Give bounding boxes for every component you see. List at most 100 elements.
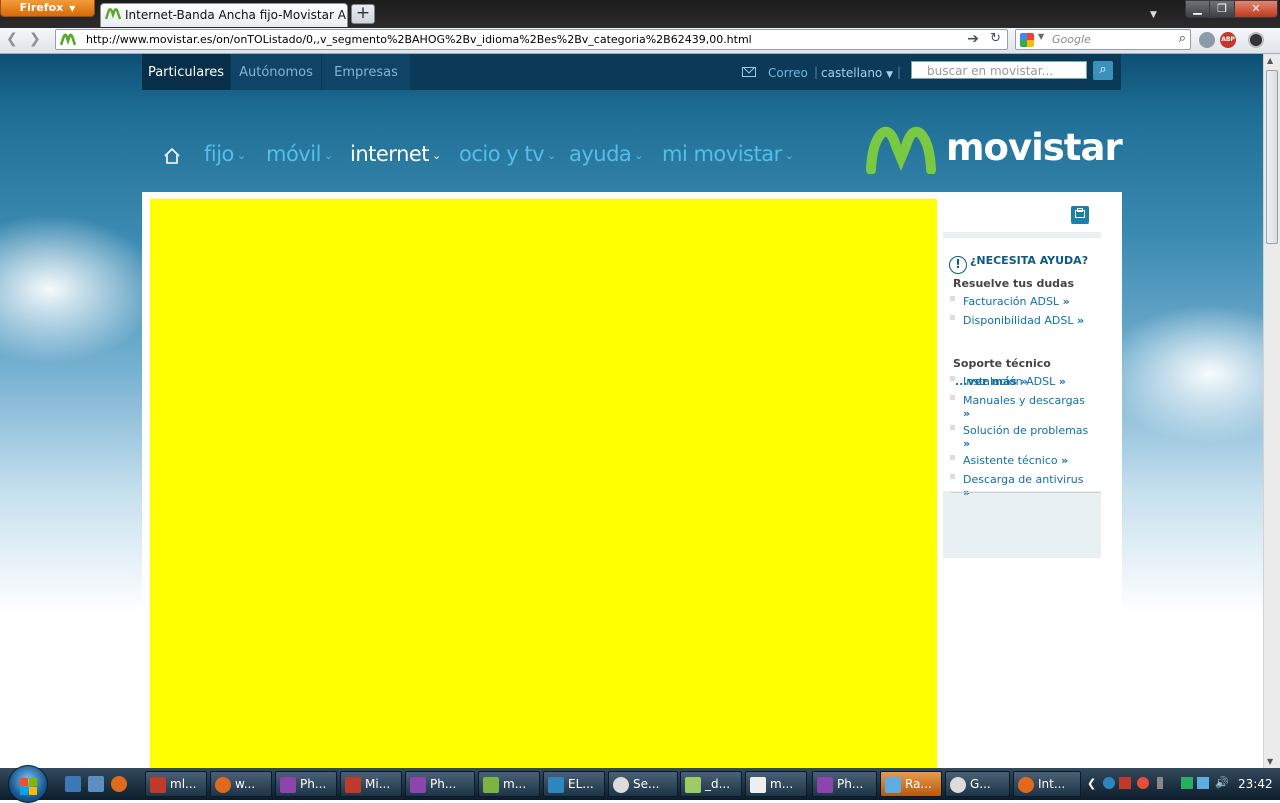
taskbar-label: _d... bbox=[705, 777, 731, 791]
maximize-button[interactable]: ❐ bbox=[1209, 0, 1235, 18]
url-bar[interactable]: http://www.movistar.es/on/onTOListado/0,… bbox=[55, 29, 1008, 50]
url-text: http://www.movistar.es/on/onTOListado/0,… bbox=[86, 33, 752, 46]
movistar-logo-icon[interactable] bbox=[866, 124, 936, 174]
taskbar-item[interactable]: w... bbox=[210, 771, 272, 797]
vertical-scrollbar[interactable]: ▲ ▼ bbox=[1263, 54, 1280, 768]
mail-icon[interactable] bbox=[742, 67, 756, 77]
tab-particulares[interactable]: Particulares bbox=[142, 54, 230, 90]
double-chevron-icon: » bbox=[963, 407, 971, 420]
browser-search-field[interactable]: ▼ Google ⌕ bbox=[1015, 29, 1191, 50]
print-icon[interactable] bbox=[1071, 206, 1089, 224]
scrollbar-thumb[interactable] bbox=[1266, 70, 1278, 244]
switch-windows-icon[interactable] bbox=[88, 776, 104, 792]
site-search-input[interactable]: buscar en movistar... bbox=[911, 61, 1087, 79]
engine-dropdown-icon[interactable]: ▼ bbox=[1038, 32, 1044, 41]
scroll-up-icon[interactable]: ▲ bbox=[1267, 56, 1273, 65]
extension-icon[interactable] bbox=[1199, 32, 1215, 48]
tab-autonomos[interactable]: Autónomos bbox=[231, 54, 321, 90]
link-solucion-problemas[interactable]: Solución de problemas» bbox=[950, 424, 1098, 450]
language-label: castellano bbox=[821, 66, 883, 80]
new-tab-button[interactable]: + bbox=[351, 4, 375, 24]
taskbar-label: m... bbox=[503, 777, 527, 791]
taskbar-item[interactable]: Ph... bbox=[812, 771, 877, 797]
taskbar-item[interactable]: Ph... bbox=[405, 771, 475, 797]
scroll-down-icon[interactable]: ▼ bbox=[1267, 757, 1273, 766]
cloud-decoration bbox=[0, 214, 160, 364]
yellow-ad-banner[interactable] bbox=[150, 199, 937, 768]
tray-app-icon[interactable] bbox=[1181, 777, 1193, 789]
cloud-decoration bbox=[1100, 304, 1263, 444]
nav-movil[interactable]: móvil ⌄ bbox=[266, 142, 333, 166]
help-title-text: ¿NECESITA AYUDA? bbox=[970, 254, 1089, 267]
app-icon bbox=[817, 777, 833, 793]
chevron-down-icon: ⌄ bbox=[547, 149, 556, 162]
close-window-button[interactable]: ✕ bbox=[1234, 0, 1278, 18]
tray-app-icon[interactable] bbox=[1157, 777, 1163, 789]
link-descarga-antivirus[interactable]: Descarga de antivirus» bbox=[950, 473, 1098, 499]
tab-empresas[interactable]: Empresas bbox=[322, 54, 410, 90]
firefox-icon bbox=[215, 777, 231, 793]
site-search-button[interactable]: ⌕ bbox=[1093, 61, 1113, 80]
go-arrow-icon[interactable]: ➔ bbox=[967, 31, 979, 47]
taskbar-item[interactable]: m... bbox=[478, 771, 540, 797]
tray-app-icon[interactable] bbox=[1119, 777, 1131, 789]
link-facturacion-adsl[interactable]: Facturación ADSL » bbox=[950, 295, 1098, 308]
link-disponibilidad-adsl[interactable]: Disponibilidad ADSL » bbox=[950, 314, 1098, 327]
browser-tab[interactable]: Internet-Banda Ancha fijo-Movistar ADS..… bbox=[100, 3, 348, 27]
tray-app-icon[interactable] bbox=[1103, 777, 1115, 789]
search-icon[interactable]: ⌕ bbox=[1179, 31, 1186, 46]
back-icon[interactable]: ❮ bbox=[6, 31, 18, 47]
addon-icon[interactable] bbox=[1248, 32, 1264, 48]
web-page: Particulares Autónomos Empresas Correo |… bbox=[0, 54, 1263, 768]
separator: | bbox=[814, 65, 819, 79]
nav-ocio-y-tv[interactable]: ocio y tv ⌄ bbox=[459, 142, 556, 166]
minimize-button[interactable]: ▁ bbox=[1185, 0, 1210, 18]
chat-icon bbox=[613, 777, 629, 793]
taskbar-label: m... bbox=[770, 777, 794, 791]
main-content: ! ¿NECESITA AYUDA? Resuelve tus dudas Fac… bbox=[142, 192, 1122, 768]
help-box: ! ¿NECESITA AYUDA? Resuelve tus dudas Fac… bbox=[943, 232, 1101, 558]
link-asistente-tecnico[interactable]: Asistente técnico » bbox=[950, 454, 1098, 467]
double-chevron-icon: » bbox=[1076, 314, 1085, 327]
site-search-placeholder: buscar en movistar... bbox=[927, 64, 1054, 78]
search-placeholder: Google bbox=[1052, 33, 1091, 46]
taskbar-item[interactable]: m... bbox=[745, 771, 807, 797]
firefox-menu-button[interactable]: Firefox ▼ bbox=[0, 0, 95, 17]
taskbar-item-active[interactable]: Ra... bbox=[880, 771, 942, 797]
taskbar-item[interactable]: Ph... bbox=[275, 771, 337, 797]
taskbar-item[interactable]: Mi... bbox=[340, 771, 402, 797]
language-selector[interactable]: castellano ▼ bbox=[821, 66, 893, 80]
document-icon bbox=[750, 777, 766, 793]
link-instalacion-adsl[interactable]: Instalación ADSL » bbox=[950, 375, 1098, 388]
firefox-icon bbox=[1018, 777, 1034, 793]
network-icon[interactable] bbox=[1197, 777, 1209, 789]
clock[interactable]: 23:42 bbox=[1238, 777, 1273, 791]
taskbar-item[interactable]: EL... bbox=[543, 771, 605, 797]
start-button[interactable] bbox=[8, 765, 48, 803]
forward-icon[interactable]: ❯ bbox=[29, 31, 41, 47]
correo-link[interactable]: Correo bbox=[768, 66, 808, 80]
nav-internet[interactable]: internet ⌄ bbox=[350, 142, 441, 166]
nav-fijo[interactable]: fijo ⌄ bbox=[204, 142, 246, 166]
adblock-plus-icon[interactable]: ABP bbox=[1220, 32, 1236, 48]
volume-icon[interactable]: 🔊 bbox=[1215, 777, 1229, 789]
nav-ayuda[interactable]: ayuda ⌄ bbox=[569, 142, 644, 166]
nav-mi-movistar[interactable]: mi movistar ⌄ bbox=[662, 142, 794, 166]
nav-label: fijo bbox=[204, 142, 234, 166]
firefox-icon[interactable] bbox=[111, 776, 127, 792]
movistar-logo-text[interactable]: movistar bbox=[946, 126, 1123, 169]
taskbar-item[interactable]: Se... bbox=[608, 771, 678, 797]
taskbar-item[interactable]: _d... bbox=[680, 771, 742, 797]
search-icon: ⌕ bbox=[1099, 62, 1107, 77]
taskbar-label: w... bbox=[235, 777, 256, 791]
home-icon[interactable] bbox=[163, 147, 181, 165]
taskbar-item[interactable]: ml... bbox=[145, 771, 207, 797]
tray-app-icon[interactable] bbox=[1137, 777, 1149, 789]
link-manuales-descargas[interactable]: Manuales y descargas» bbox=[950, 394, 1098, 420]
list-all-tabs-icon[interactable]: ▼ bbox=[1150, 10, 1157, 20]
taskbar-item[interactable]: Int... bbox=[1013, 771, 1081, 797]
taskbar-item[interactable]: G... bbox=[945, 771, 1010, 797]
tray-expand-icon[interactable]: ❮ bbox=[1087, 777, 1099, 790]
show-desktop-icon[interactable] bbox=[65, 776, 81, 792]
reload-icon[interactable]: ↻ bbox=[990, 31, 1001, 46]
